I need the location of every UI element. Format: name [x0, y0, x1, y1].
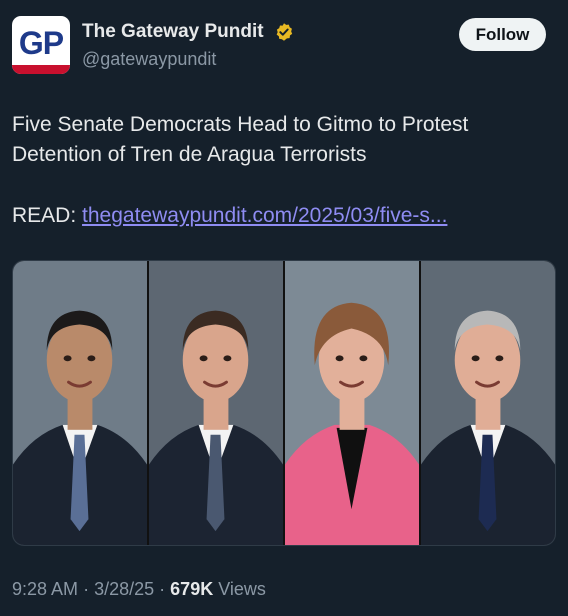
- read-line: READ: thegatewaypundit.com/2025/03/five-…: [12, 201, 447, 231]
- meta-separator: ·: [83, 579, 90, 599]
- views-count: 679K: [170, 579, 214, 599]
- portrait-photo[interactable]: [149, 261, 283, 545]
- tweet-metadata: 9:28 AM · 3/28/25 · 679K Views: [12, 578, 266, 600]
- portrait-photo[interactable]: [13, 261, 147, 545]
- tweet-text: Five Senate Democrats Head to Gitmo to P…: [12, 113, 469, 166]
- handle[interactable]: @gatewaypundit: [82, 48, 216, 70]
- avatar-stripe: [12, 65, 70, 74]
- read-prefix: READ:: [12, 204, 77, 227]
- portrait-photo[interactable]: [421, 261, 555, 545]
- verified-badge-icon: [276, 23, 293, 41]
- tweet-time[interactable]: 9:28 AM: [12, 579, 78, 599]
- media-image-grid[interactable]: [12, 260, 556, 546]
- views-label: Views: [218, 579, 266, 599]
- follow-button[interactable]: Follow: [459, 18, 546, 51]
- avatar-logo-text: GP: [18, 25, 64, 61]
- tweet: GP The Gateway Pundit @gatewaypundit Fol…: [0, 0, 568, 616]
- tweet-date[interactable]: 3/28/25: [94, 579, 154, 599]
- portrait-photo[interactable]: [285, 261, 419, 545]
- display-name[interactable]: The Gateway Pundit: [82, 20, 264, 44]
- article-link[interactable]: thegatewaypundit.com/2025/03/five-s...: [82, 204, 447, 227]
- meta-separator: ·: [159, 579, 166, 599]
- avatar[interactable]: GP: [12, 16, 70, 74]
